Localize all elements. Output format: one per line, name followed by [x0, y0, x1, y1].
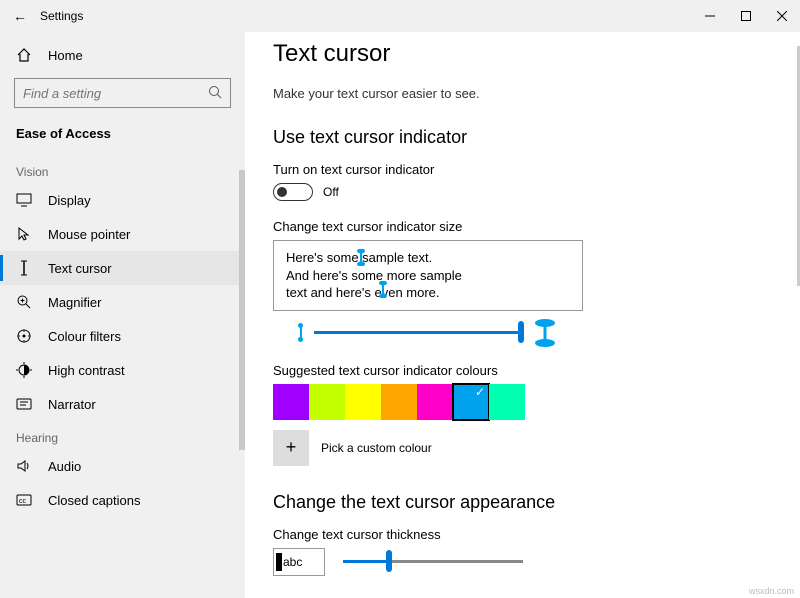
- audio-icon: [16, 458, 32, 474]
- sidebar-item-audio[interactable]: Audio: [0, 449, 245, 483]
- indicator-size-slider[interactable]: [314, 331, 524, 334]
- colour-swatch-6[interactable]: [489, 384, 525, 420]
- size-label: Change text cursor indicator size: [273, 219, 772, 234]
- group-vision: Vision: [0, 155, 245, 183]
- back-button[interactable]: ←: [0, 8, 40, 24]
- size-min-icon: [297, 322, 304, 344]
- thickness-preview: abc: [273, 548, 325, 576]
- indicator-heading: Use text cursor indicator: [273, 127, 772, 148]
- watermark: wsxdn.com: [749, 586, 794, 596]
- appearance-heading: Change the text cursor appearance: [273, 492, 772, 513]
- colour-swatch-5[interactable]: [453, 384, 489, 420]
- thickness-cursor-icon: [276, 553, 282, 571]
- thickness-label: Change text cursor thickness: [273, 527, 772, 542]
- page-title: Text cursor: [273, 40, 772, 68]
- svg-text:cc: cc: [19, 498, 27, 505]
- toggle-state: Off: [323, 185, 339, 199]
- nav-label: Narrator: [48, 397, 96, 412]
- size-max-icon: [534, 319, 556, 347]
- colour-swatch-2[interactable]: [345, 384, 381, 420]
- sample-text-box: Here's some sample text. And here's some…: [273, 240, 583, 311]
- nav-label: Magnifier: [48, 295, 101, 310]
- narrator-icon: [16, 396, 32, 412]
- display-icon: [16, 192, 32, 208]
- magnifier-icon: [16, 294, 32, 310]
- captions-icon: cc: [16, 492, 32, 508]
- close-button[interactable]: [764, 1, 800, 31]
- thickness-slider[interactable]: [343, 560, 523, 563]
- nav-label: Colour filters: [48, 329, 121, 344]
- custom-colour-button[interactable]: +: [273, 430, 309, 466]
- nav-label: Text cursor: [48, 261, 112, 276]
- colour-swatch-1[interactable]: [309, 384, 345, 420]
- nav-label: Closed captions: [48, 493, 141, 508]
- sample-cursor-indicator-2: [379, 281, 386, 295]
- colours-label: Suggested text cursor indicator colours: [273, 363, 772, 378]
- sidebar-item-display[interactable]: Display: [0, 183, 245, 217]
- colour-swatch-3[interactable]: [381, 384, 417, 420]
- indicator-toggle[interactable]: [273, 183, 313, 201]
- text-cursor-icon: [16, 260, 32, 276]
- search-input[interactable]: [14, 78, 231, 108]
- colour-swatches: [273, 384, 772, 420]
- search-field[interactable]: [23, 86, 193, 101]
- colour-swatch-0[interactable]: [273, 384, 309, 420]
- toggle-label: Turn on text cursor indicator: [273, 162, 772, 177]
- nav-label: Mouse pointer: [48, 227, 130, 242]
- nav-label: Display: [48, 193, 91, 208]
- sidebar-item-magnifier[interactable]: Magnifier: [0, 285, 245, 319]
- group-hearing: Hearing: [0, 421, 245, 449]
- minimize-button[interactable]: [692, 1, 728, 31]
- content-pane: Text cursor Make your text cursor easier…: [245, 32, 800, 598]
- page-subtitle: Make your text cursor easier to see.: [273, 86, 772, 101]
- high-contrast-icon: [16, 362, 32, 378]
- home-label: Home: [48, 48, 83, 63]
- pointer-icon: [16, 226, 32, 242]
- window-title: Settings: [40, 9, 83, 23]
- home-nav[interactable]: Home: [0, 38, 245, 72]
- sidebar-item-high-contrast[interactable]: High contrast: [0, 353, 245, 387]
- sidebar: Home Ease of Access Vision Display Mouse…: [0, 32, 245, 598]
- nav-label: High contrast: [48, 363, 125, 378]
- section-title: Ease of Access: [0, 126, 245, 155]
- home-icon: [16, 47, 32, 63]
- maximize-button[interactable]: [728, 1, 764, 31]
- sidebar-item-text-cursor[interactable]: Text cursor: [0, 251, 245, 285]
- sidebar-item-mouse-pointer[interactable]: Mouse pointer: [0, 217, 245, 251]
- colour-swatch-4[interactable]: [417, 384, 453, 420]
- search-icon: [208, 85, 222, 102]
- nav-label: Audio: [48, 459, 81, 474]
- sidebar-item-colour-filters[interactable]: Colour filters: [0, 319, 245, 353]
- sidebar-item-closed-captions[interactable]: cc Closed captions: [0, 483, 245, 517]
- sidebar-item-narrator[interactable]: Narrator: [0, 387, 245, 421]
- colour-filters-icon: [16, 328, 32, 344]
- custom-colour-label: Pick a custom colour: [321, 441, 432, 455]
- sample-cursor-indicator: [357, 249, 364, 263]
